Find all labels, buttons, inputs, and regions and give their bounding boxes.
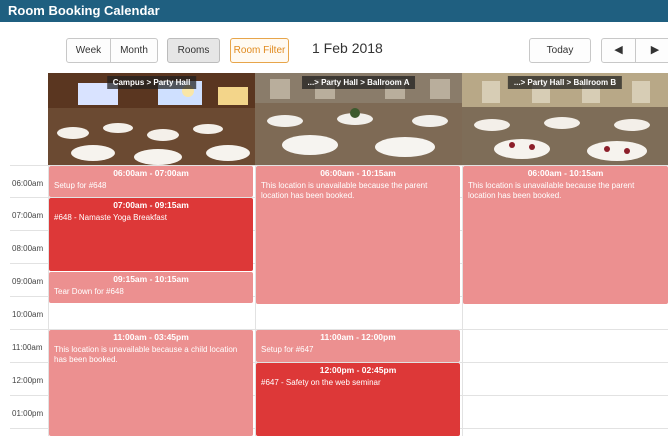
event-time: 09:15am - 10:15am [113, 274, 189, 284]
room-header-party-hall[interactable]: Campus > Party Hall [48, 73, 255, 165]
event-time: 11:00am - 03:45pm [113, 332, 189, 342]
current-date: 1 Feb 2018 [312, 40, 383, 56]
event-title: This location is unavailable because a c… [54, 345, 238, 364]
unavailable-block[interactable]: 06:00am - 10:15am This location is unava… [463, 166, 668, 304]
time-label: 06:00am [12, 179, 44, 188]
event-title: #648 - Namaste Yoga Breakfast [54, 213, 167, 222]
booking-event[interactable]: 07:00am - 09:15am #648 - Namaste Yoga Br… [49, 198, 253, 271]
app-title: Room Booking Calendar [8, 3, 160, 18]
room-filter-button[interactable]: Room Filter [230, 38, 289, 63]
unavailable-block[interactable]: 06:00am - 10:15am This location is unava… [256, 166, 460, 304]
room-label: ...> Party Hall > Ballroom A [301, 76, 416, 89]
previous-day-button[interactable]: ◀ [601, 38, 636, 63]
event-time: 06:00am - 07:00am [113, 168, 189, 178]
room-header-ballroom-b[interactable]: ...> Party Hall > Ballroom B [462, 73, 668, 165]
next-day-button[interactable]: ▶ [635, 38, 668, 63]
booking-event[interactable]: 09:15am - 10:15am Tear Down for #648 [49, 272, 253, 303]
room-label: Campus > Party Hall [106, 76, 197, 89]
toolbar: Week Month Rooms Room Filter 1 Feb 2018 … [0, 22, 668, 72]
time-label: 08:00am [12, 244, 44, 253]
event-time: 11:00am - 12:00pm [320, 332, 396, 342]
event-time: 06:00am - 10:15am [320, 168, 396, 178]
time-label: 01:00pm [12, 409, 44, 418]
app-title-bar: Room Booking Calendar [0, 0, 668, 22]
time-label: 11:00am [12, 343, 43, 352]
event-time: 06:00am - 10:15am [527, 168, 604, 178]
rooms-view-button[interactable]: Rooms [167, 38, 220, 63]
event-time: 07:00am - 09:15am [113, 200, 189, 210]
event-title: This location is unavailable because the… [261, 181, 428, 200]
event-title: #647 - Safety on the web seminar [261, 378, 381, 387]
event-title: Tear Down for #648 [54, 287, 124, 296]
time-column: 06:00am 07:00am 08:00am 09:00am 10:00am … [0, 165, 48, 436]
booking-event[interactable]: 06:00am - 07:00am Setup for #648 [49, 166, 253, 197]
event-title: Setup for #647 [261, 345, 314, 354]
booking-event[interactable]: 11:00am - 12:00pm Setup for #647 [256, 330, 460, 362]
event-title: Setup for #648 [54, 181, 107, 190]
unavailable-block[interactable]: 11:00am - 03:45pm This location is unava… [49, 330, 253, 436]
room-header-ballroom-a[interactable]: ...> Party Hall > Ballroom A [255, 73, 462, 165]
time-label: 12:00pm [12, 376, 44, 385]
time-label: 09:00am [12, 277, 44, 286]
chevron-right-icon: ▶ [650, 44, 660, 56]
event-time: 12:00pm - 02:45pm [319, 365, 397, 375]
time-label: 10:00am [12, 310, 44, 319]
today-button[interactable]: Today [529, 38, 591, 63]
chevron-left-icon: ◀ [614, 44, 623, 56]
room-label: ...> Party Hall > Ballroom B [507, 76, 623, 89]
month-view-button[interactable]: Month [110, 38, 158, 63]
booking-event[interactable]: 12:00pm - 02:45pm #647 - Safety on the w… [256, 363, 460, 436]
event-title: This location is unavailable because the… [468, 181, 635, 200]
week-view-button[interactable]: Week [66, 38, 111, 63]
time-label: 07:00am [12, 211, 44, 220]
